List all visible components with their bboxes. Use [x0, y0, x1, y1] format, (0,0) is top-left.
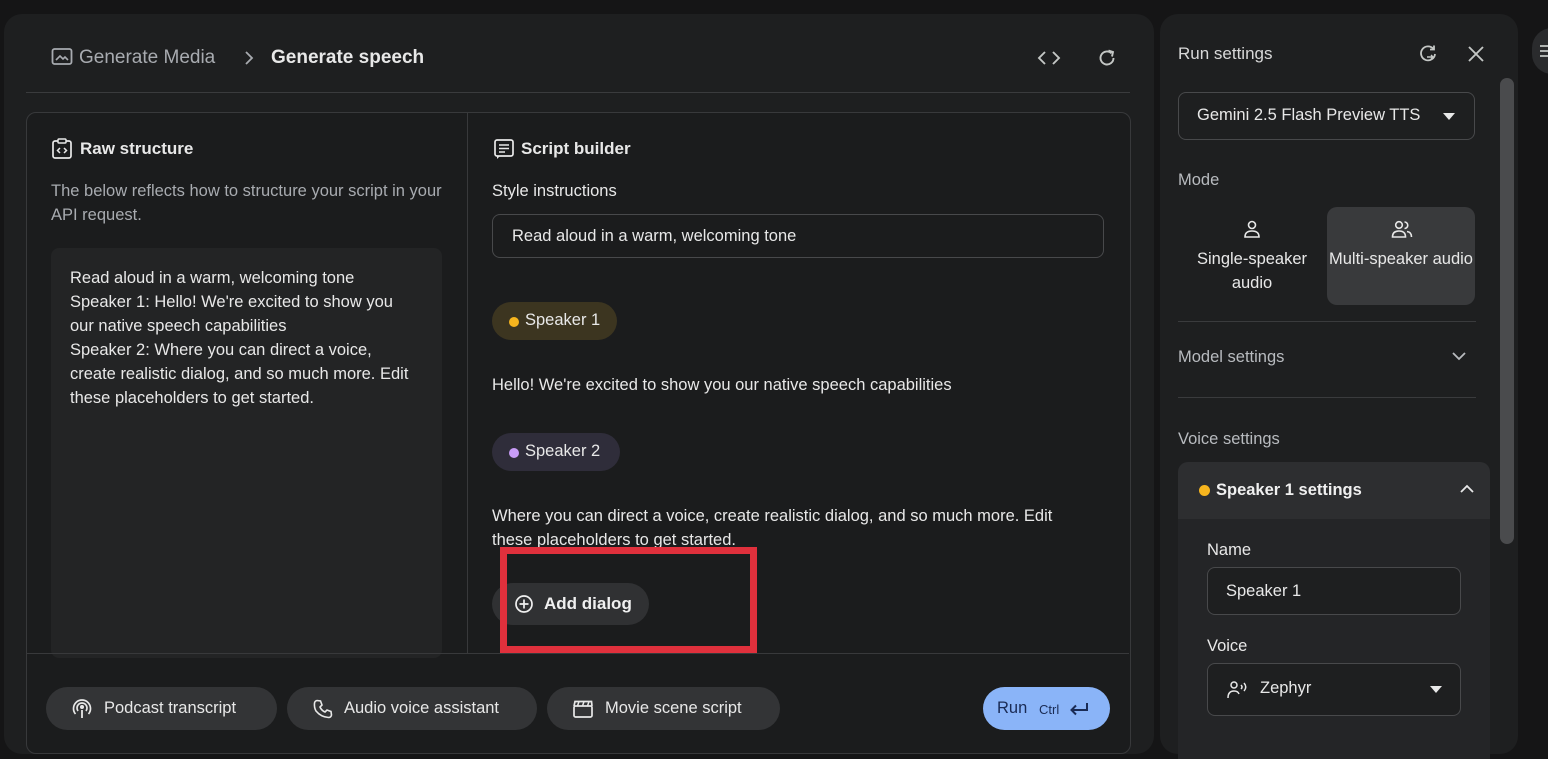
- speaker-name-input[interactable]: Speaker 1: [1207, 567, 1461, 615]
- voice-waveform-icon: [1226, 679, 1250, 701]
- speaker-2-chip-label: Speaker 2: [525, 442, 601, 460]
- model-select-value: Gemini 2.5 Flash Preview TTS: [1197, 106, 1421, 124]
- mode-label: Mode: [1178, 171, 1220, 189]
- preset-movie-scene-script-button[interactable]: Movie scene script: [547, 687, 780, 730]
- speaker-1-settings-title: Speaker 1 settings: [1216, 481, 1362, 499]
- speaker-name-label: Name: [1207, 541, 1252, 559]
- dialog-1-text[interactable]: Hello! We're excited to show you our nat…: [492, 373, 1102, 397]
- code-icon[interactable]: [1037, 48, 1061, 68]
- speaker-2-chip[interactable]: Speaker 2: [492, 433, 620, 471]
- model-select[interactable]: Gemini 2.5 Flash Preview TTS: [1178, 92, 1475, 140]
- enter-key-icon: [1068, 701, 1090, 717]
- speaker-2-dot: [509, 448, 519, 458]
- chevron-down-icon[interactable]: [1451, 350, 1467, 362]
- speaker-1-settings-dot: [1199, 485, 1210, 496]
- speaker-1-settings-header[interactable]: Speaker 1 settings: [1178, 462, 1490, 519]
- run-label: Run: [997, 699, 1028, 717]
- style-instructions-label: Style instructions: [492, 182, 617, 200]
- people-icon: [1390, 219, 1414, 239]
- side-menu-button[interactable]: [1532, 28, 1548, 74]
- raw-line-speaker-1: Speaker 1: Hello! We're excited to show …: [70, 293, 393, 335]
- page-title: Generate speech: [271, 47, 425, 68]
- chevron-up-icon: [1459, 483, 1475, 495]
- raw-structure-title: Raw structure: [80, 139, 194, 158]
- raw-line-style: Read aloud in a warm, welcoming tone: [70, 269, 355, 287]
- preset-movie-scene-label: Movie scene script: [605, 699, 742, 717]
- close-icon[interactable]: [1466, 44, 1486, 64]
- speaker-1-chip-label: Speaker 1: [525, 311, 601, 329]
- mode-multi-speaker-label: Multi-speaker audio: [1329, 250, 1473, 268]
- run-settings-title: Run settings: [1178, 44, 1273, 63]
- podcast-icon: [71, 698, 93, 720]
- dropdown-arrow-icon: [1443, 113, 1455, 121]
- highlight-annotation-box: [500, 547, 757, 653]
- voice-settings-label: Voice settings: [1178, 430, 1280, 448]
- reset-settings-icon[interactable]: [1417, 43, 1439, 65]
- preset-voice-assistant-label: Audio voice assistant: [344, 699, 500, 717]
- person-icon: [1241, 219, 1263, 239]
- speaker-name-value: Speaker 1: [1226, 582, 1302, 600]
- refresh-icon[interactable]: [1096, 47, 1118, 69]
- breadcrumb-generate-media[interactable]: Generate Media: [79, 47, 215, 69]
- settings-scrollbar[interactable]: [1500, 78, 1514, 544]
- preset-podcast-label: Podcast transcript: [104, 699, 237, 717]
- generate-media-icon: [51, 47, 73, 67]
- speaker-1-chip[interactable]: Speaker 1: [492, 302, 617, 340]
- mode-multi-speaker-option[interactable]: Multi-speaker audio: [1327, 207, 1475, 305]
- settings-divider: [1178, 321, 1476, 322]
- voice-select-value: Zephyr: [1260, 679, 1312, 697]
- footer-divider: [27, 653, 1129, 654]
- raw-structure-description: The below reflects how to structure your…: [51, 182, 442, 224]
- script-builder-icon: [493, 138, 515, 160]
- mode-single-speaker-label: Single-speaker audio: [1196, 250, 1308, 292]
- settings-divider: [1178, 397, 1476, 398]
- speaker-1-dot: [509, 317, 519, 327]
- clapperboard-icon: [572, 698, 594, 720]
- breadcrumb-chevron-icon: [242, 50, 256, 66]
- preset-podcast-transcript-button[interactable]: Podcast transcript: [46, 687, 277, 730]
- raw-structure-content: Read aloud in a warm, welcoming tone Spe…: [70, 266, 420, 410]
- phone-icon: [312, 698, 334, 720]
- dropdown-arrow-icon: [1430, 686, 1442, 694]
- menu-icon: [1540, 43, 1548, 59]
- preset-audio-voice-assistant-button[interactable]: Audio voice assistant: [287, 687, 537, 730]
- raw-structure-icon: [51, 138, 73, 160]
- run-button[interactable]: Run Ctrl: [983, 687, 1110, 730]
- model-settings-toggle[interactable]: Model settings: [1178, 348, 1284, 367]
- mode-single-speaker-option[interactable]: Single-speaker audio: [1178, 207, 1326, 305]
- script-builder-title: Script builder: [521, 139, 631, 158]
- style-instructions-value: Read aloud in a warm, welcoming tone: [512, 227, 797, 245]
- raw-line-speaker-2: Speaker 2: Where you can direct a voice,…: [70, 341, 409, 407]
- voice-label: Voice: [1207, 637, 1248, 655]
- header-divider: [26, 92, 1130, 93]
- dialog-2-text[interactable]: Where you can direct a voice, create rea…: [492, 504, 1092, 552]
- run-shortcut-label: Ctrl: [1039, 702, 1060, 717]
- voice-select[interactable]: Zephyr: [1207, 663, 1461, 716]
- column-divider: [467, 113, 468, 654]
- style-instructions-input[interactable]: Read aloud in a warm, welcoming tone: [492, 214, 1104, 258]
